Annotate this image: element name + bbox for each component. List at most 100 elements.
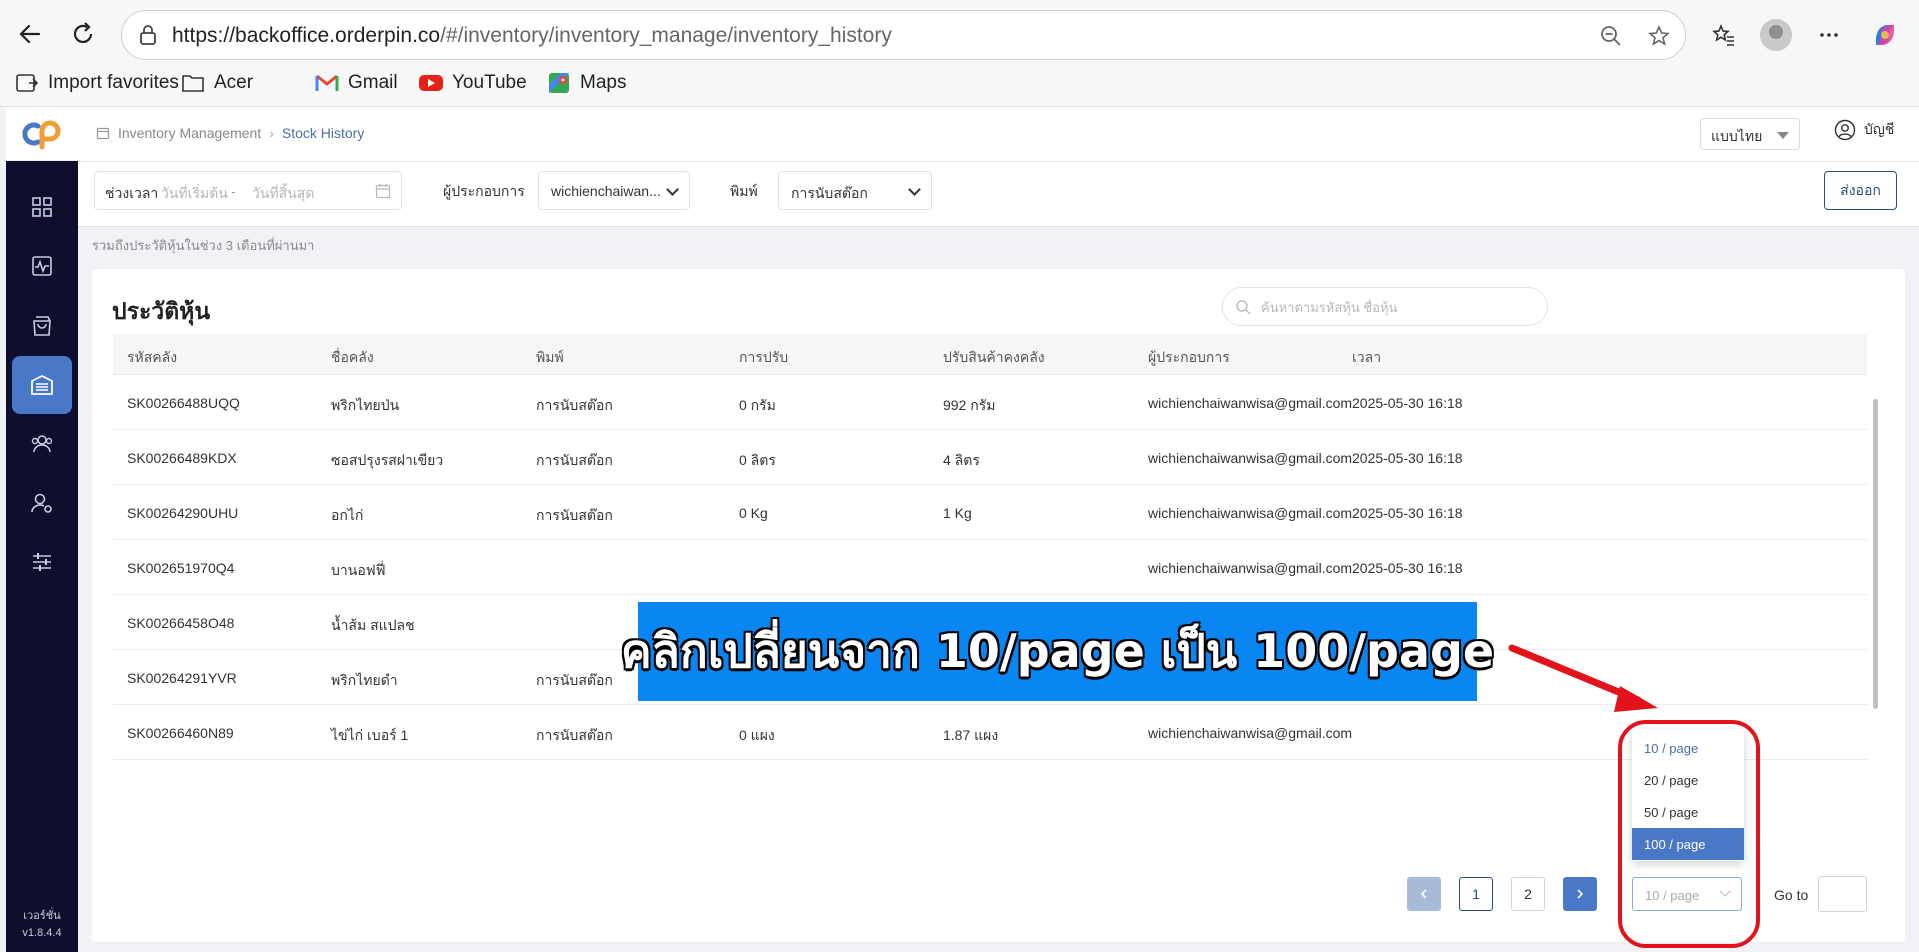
cell-time: 2025-05-30 16:18 [1352, 560, 1463, 576]
sidebar-item-customers[interactable] [12, 415, 72, 473]
more-options-icon[interactable] [1812, 18, 1846, 52]
lock-icon[interactable] [136, 23, 160, 47]
warehouse-icon [31, 374, 53, 395]
address-bar[interactable]: https://backoffice.orderpin.co/#/invento… [121, 10, 1686, 60]
calendar-icon [96, 127, 110, 140]
sidebar-item-staff[interactable] [12, 474, 72, 532]
tutorial-highlight-ring [1618, 720, 1760, 948]
breadcrumb-separator: › [269, 125, 274, 141]
cell-operator: wichienchaiwanwisa@gmail.com [1148, 725, 1353, 741]
cell-code: SK00264290UHU [127, 505, 239, 521]
column-header-code: รหัสคลัง [127, 349, 178, 365]
maps-icon [546, 72, 572, 94]
chevron-down-icon [908, 183, 921, 196]
cell-time: 2025-05-30 16:18 [1352, 395, 1463, 411]
bookmarks-bar: Import favorites Acer Gmail YouTube Maps [0, 68, 1919, 98]
cell-adjust: 0 ลิตร [739, 452, 776, 468]
sidebar-item-dashboard[interactable] [12, 178, 72, 236]
page-button-1[interactable]: 1 [1459, 877, 1493, 911]
table-header: รหัสคลัง ชื่อคลัง พิมพ์ การปรับ ปรับสินค… [113, 334, 1867, 375]
bookmark-youtube[interactable]: YouTube [418, 68, 527, 98]
export-button[interactable]: ส่งออก [1824, 171, 1897, 210]
search-box[interactable] [1222, 287, 1548, 326]
caret-down-icon [1777, 132, 1789, 139]
calendar-icon [375, 184, 391, 199]
type-label: พิมพ์ [730, 183, 758, 199]
sidebar: เวอร์ชั่น v1.8.4.4 [6, 107, 78, 952]
operator-select[interactable]: wichienchaiwan... [538, 171, 690, 210]
range-separator: - [231, 183, 236, 199]
bookmark-gmail[interactable]: Gmail [314, 68, 398, 98]
cell-type: การนับสต๊อก [536, 727, 613, 743]
operator-label: ผู้ประกอบการ [443, 183, 525, 199]
history-note: รวมถึงประวัติหุ้นในช่วง 3 เดือนที่ผ่านมา [92, 238, 315, 253]
table-scrollbar-thumb[interactable] [1873, 399, 1878, 709]
table-row[interactable]: SK00266489KDX ซอสปรุงรสฝาเขียว การนับสต๊อก… [113, 430, 1867, 485]
column-header-stock: ปรับสินค้าคงคลัง [943, 349, 1045, 365]
cell-stock: 992 กรัม [943, 397, 996, 413]
cell-name: น้ำส้ม สแปลช [331, 617, 415, 633]
gmail-icon [314, 72, 340, 94]
cell-code: SK00264291YVR [127, 670, 237, 686]
zoom-out-icon[interactable] [1597, 22, 1625, 50]
cell-type: การนับสต๊อก [536, 452, 613, 468]
filter-bar: ช่วงเวลา วันที่เริ่มต้น - วันที่สิ้นสุด … [78, 162, 1919, 227]
cell-name: พริกไทยดำ [331, 672, 398, 688]
table-row[interactable]: SK00266488UQQ พริกไทยป่น การนับสต๊อก 0 กรัม… [113, 375, 1867, 430]
next-page-button[interactable] [1563, 877, 1597, 911]
sidebar-item-settings[interactable] [12, 533, 72, 591]
tutorial-annotation-banner: คลิกเปลี่ยนจาก 10/page เป็น 100/page [621, 602, 1494, 701]
sidebar-item-reports[interactable] [12, 237, 72, 295]
date-range-picker[interactable]: ช่วงเวลา วันที่เริ่มต้น - วันที่สิ้นสุด [94, 171, 402, 210]
favorites-list-icon[interactable] [1706, 18, 1740, 52]
breadcrumb-current: Stock History [281, 125, 365, 141]
language-select[interactable]: แบบไทย [1700, 118, 1800, 150]
bookmark-maps[interactable]: Maps [546, 68, 626, 98]
cell-stock: 1.87 แผง [943, 727, 999, 743]
bookmark-acer[interactable]: Acer [180, 68, 253, 98]
cell-operator: wichienchaiwanwisa@gmail.com [1148, 395, 1353, 411]
type-select[interactable]: การนับสต๊อก [778, 171, 932, 210]
orderpin-logo[interactable] [6, 107, 78, 161]
sidebar-item-products[interactable] [12, 297, 72, 355]
cell-stock: 1 Kg [943, 505, 972, 521]
folder-icon [180, 72, 206, 94]
cell-adjust: 0 แผง [739, 727, 775, 743]
start-date-input[interactable]: วันที่เริ่มต้น [161, 183, 228, 205]
reload-icon[interactable] [63, 14, 103, 54]
end-date-input[interactable]: วันที่สิ้นสุด [252, 183, 314, 205]
user-circle-icon [1834, 119, 1856, 141]
page-button-2[interactable]: 2 [1511, 877, 1545, 911]
grid-icon [32, 197, 52, 217]
cell-adjust: 0 กรัม [739, 397, 776, 413]
account-button[interactable]: บัญชี [1834, 119, 1894, 141]
profile-avatar[interactable] [1759, 18, 1793, 52]
cell-code: SK00266488UQQ [127, 395, 240, 411]
cell-operator: wichienchaiwanwisa@gmail.com [1148, 505, 1353, 521]
chevron-left-icon [1420, 889, 1427, 899]
browser-nav-row: https://backoffice.orderpin.co/#/invento… [0, 8, 1919, 60]
breadcrumb-root[interactable]: Inventory Management [118, 125, 261, 141]
table-row[interactable]: SK002651970Q4 บานอฟฟี่ wichienchaiwanwisa@… [113, 540, 1867, 595]
table-row[interactable]: SK00264290UHU อกไก่ การนับสต๊อก 0 Kg 1 Kg wic… [113, 485, 1867, 540]
search-input[interactable] [1261, 297, 1531, 317]
bookmark-import-favorites[interactable]: Import favorites [14, 68, 179, 98]
column-header-type: พิมพ์ [536, 349, 564, 365]
prev-page-button[interactable] [1407, 877, 1441, 911]
cell-name: บานอฟฟี่ [331, 562, 386, 578]
shopping-bag-icon [33, 316, 51, 336]
cell-operator: wichienchaiwanwisa@gmail.com [1148, 560, 1353, 576]
chevron-down-icon [666, 183, 679, 196]
goto-label: Go to [1774, 887, 1809, 903]
copilot-icon[interactable] [1868, 18, 1902, 52]
import-icon [14, 72, 40, 94]
cell-type: การนับสต๊อก [536, 672, 613, 688]
goto-page-input[interactable] [1818, 876, 1867, 912]
cell-time: 2025-05-30 16:18 [1352, 450, 1463, 466]
sidebar-item-inventory[interactable] [12, 356, 72, 414]
cell-code: SK00266489KDX [127, 450, 237, 466]
favorite-star-icon[interactable] [1645, 22, 1673, 50]
back-icon[interactable] [10, 14, 50, 54]
cell-name: อกไก่ [331, 507, 364, 523]
user-settings-icon [31, 493, 52, 513]
